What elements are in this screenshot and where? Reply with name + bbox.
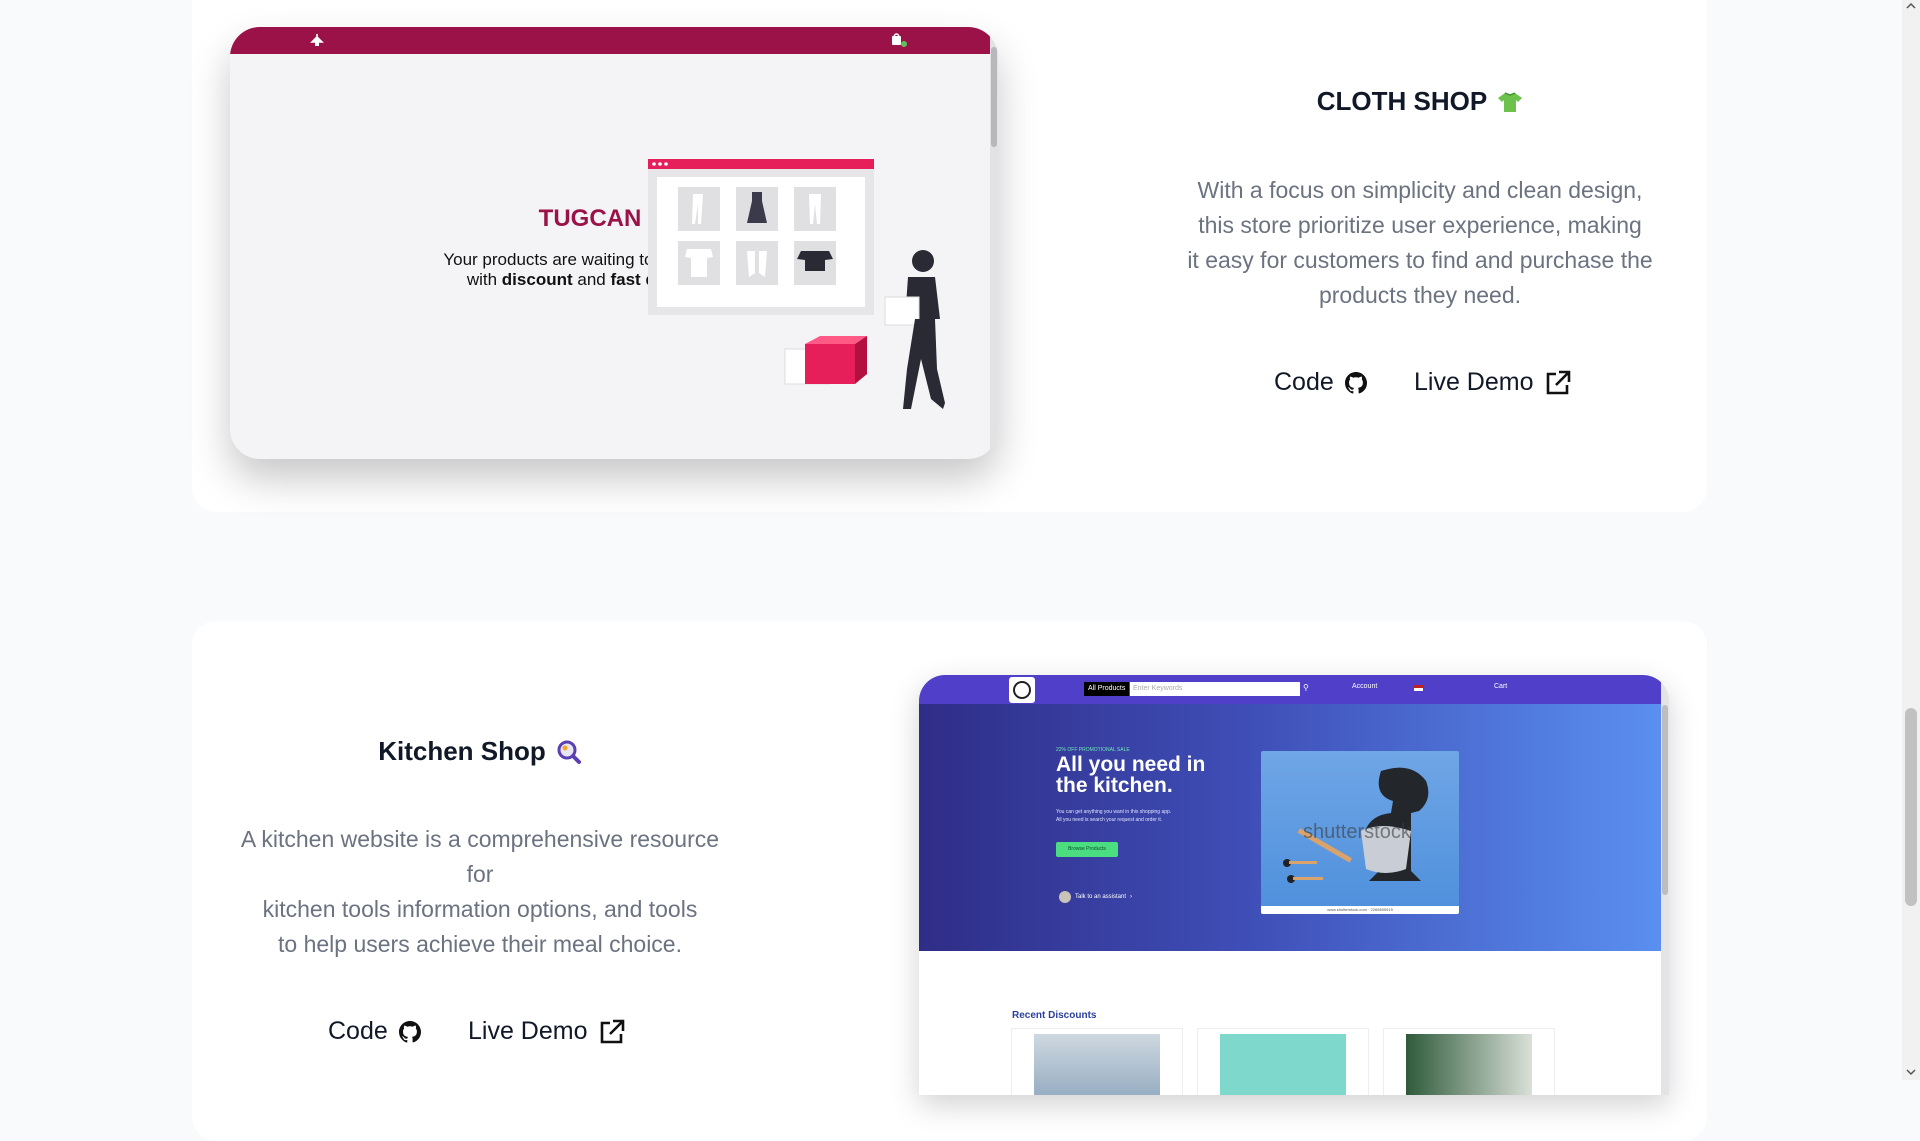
code-link[interactable]: Code <box>328 1017 422 1046</box>
preview-navbar: All Products Enter Keywords ⚲ Account Ca… <box>919 675 1661 704</box>
search-icon <box>557 740 581 764</box>
hero-banner: 22% OFF PROMOTIONAL SALE All you need in… <box>919 704 1661 951</box>
t-shirt-icon <box>1498 91 1523 112</box>
chevron-right-icon: › <box>1130 894 1133 900</box>
hero-subtitle: You can get anything you want in this sh… <box>1056 809 1172 823</box>
preview-top-bar <box>230 27 990 54</box>
all-products-dropdown[interactable]: All Products <box>1084 682 1130 696</box>
kitchen-shop-preview[interactable]: All Products Enter Keywords ⚲ Account Ca… <box>919 675 1669 1095</box>
project-description: With a focus on simplicity and clean des… <box>1187 177 1653 308</box>
scroll-down-arrow-icon[interactable] <box>1906 1068 1916 1076</box>
logo <box>1009 677 1035 703</box>
external-link-icon <box>1546 370 1570 394</box>
hero-headline: All you need in the kitchen. <box>1056 753 1206 797</box>
hero-product-image: shutterstock www.shutterstock.com · 2265… <box>1261 751 1459 914</box>
assistant-link[interactable]: Talk to an assistant › <box>1059 891 1132 903</box>
page-scrollbar[interactable] <box>1902 0 1920 1080</box>
page-scrollbar-thumb[interactable] <box>1905 708 1917 906</box>
cart-link[interactable]: Cart <box>1494 683 1507 690</box>
project-title: CLOTH SHOP <box>1230 86 1610 117</box>
online-shopping-illustration <box>648 159 945 409</box>
hanger-icon <box>310 34 324 46</box>
discount-card[interactable] <box>1197 1028 1369 1095</box>
watermark: shutterstock <box>1303 821 1411 843</box>
project-description: A kitchen website is a comprehensive res… <box>240 826 720 957</box>
recent-discounts-heading: Recent Discounts <box>1012 1010 1097 1021</box>
live-demo-link[interactable]: Live Demo <box>468 1017 626 1046</box>
account-menu[interactable]: Account <box>1352 683 1377 690</box>
search-icon[interactable]: ⚲ <box>1303 683 1309 692</box>
code-link[interactable]: Code <box>1274 368 1368 397</box>
cloth-shop-preview[interactable]: TUGCAN Your products are waiting to be p… <box>230 27 998 459</box>
flag-icon[interactable] <box>1414 685 1423 691</box>
discount-card[interactable] <box>1383 1028 1555 1095</box>
search-input[interactable]: Enter Keywords <box>1130 682 1300 696</box>
live-demo-link[interactable]: Live Demo <box>1414 368 1572 397</box>
scroll-up-arrow-icon[interactable] <box>1906 2 1916 10</box>
browse-products-button[interactable]: Browse Products <box>1056 842 1118 857</box>
preview-scrollbar[interactable] <box>990 27 998 459</box>
preview-scrollbar[interactable] <box>1661 675 1669 1095</box>
github-icon <box>1344 371 1367 394</box>
external-link-icon <box>600 1019 624 1043</box>
image-caption: www.shutterstock.com · 2265695915 <box>1261 906 1459 914</box>
discount-card[interactable] <box>1011 1028 1183 1095</box>
project-title: Kitchen Shop <box>280 736 680 767</box>
shopping-bag-icon[interactable] <box>890 32 910 48</box>
avatar <box>1059 891 1071 903</box>
github-icon <box>398 1020 421 1043</box>
